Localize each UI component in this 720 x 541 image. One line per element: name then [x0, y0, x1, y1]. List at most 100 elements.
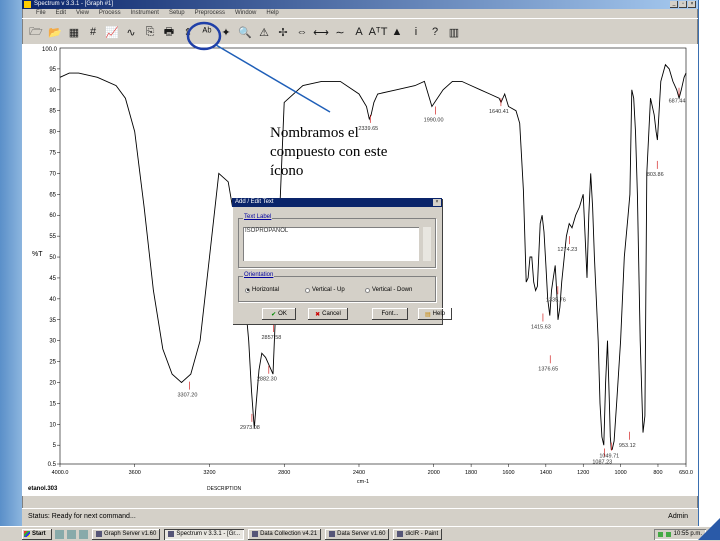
zoom-icon[interactable]: 🔍 [237, 24, 253, 40]
menu-item-help[interactable]: Help [266, 9, 278, 18]
spectrum-icon[interactable]: ∿ [123, 24, 139, 40]
taskbar-button-label: Data Server v1.60 [337, 531, 386, 537]
status-bar: Status: Ready for next command... Admin [22, 508, 698, 527]
maximize-button[interactable]: ▫ [679, 1, 687, 8]
check-icon: ✔ [271, 311, 277, 318]
y-tick-label: 65 [49, 192, 56, 198]
peak-label: 803.86 [647, 172, 664, 178]
folder-icon[interactable]: 📂 [47, 24, 63, 40]
chart-icon[interactable]: 📈 [104, 24, 120, 40]
library-icon[interactable]: ▥ [446, 24, 462, 40]
peak-label: 2857.58 [261, 335, 281, 341]
task-app-icon [329, 531, 336, 537]
radio-vertical-up[interactable]: Vertical - Up [305, 287, 345, 293]
baseline-icon[interactable]: ∼ [332, 24, 348, 40]
print-icon[interactable]: 🖶 [161, 24, 177, 40]
menu-item-process[interactable]: Process [99, 9, 121, 18]
taskbar-button-label: Data Collection v4.21 [260, 531, 318, 537]
arrows-icon[interactable]: ✢ [275, 24, 291, 40]
dialog-title: Add / Edit Text [235, 199, 274, 205]
taskbar-button-label: Spectrum v 3.3.1 - [Gr... [176, 531, 241, 537]
annotation-text: Nombramos el compuesto con este ícono [270, 125, 388, 179]
taskbar-button[interactable]: dicIR - Paint [393, 529, 442, 540]
close-button[interactable]: × [688, 1, 696, 8]
help-button-label: Help [432, 311, 445, 317]
minimize-button[interactable]: _ [670, 1, 678, 8]
quicklaunch-desktop-icon[interactable] [67, 529, 76, 539]
font-button[interactable]: Font... [372, 308, 408, 320]
taskbar-button[interactable]: Data Collection v4.21 [248, 529, 321, 540]
help-icon[interactable]: ? [427, 24, 443, 40]
radio-vertical-down[interactable]: Vertical - Down [365, 287, 412, 293]
y-tick-label: 10 [49, 422, 56, 428]
cancel-button-label: Cancel [322, 311, 341, 317]
taskbar-button[interactable]: Spectrum v 3.3.1 - [Gr... [164, 528, 245, 540]
windows-logo-icon [24, 531, 30, 537]
status-text: Status: Ready for next command... [28, 513, 136, 520]
y-tick-label: 35 [49, 318, 56, 324]
peak-label: 687.44 [669, 99, 686, 105]
title-bar: Spectrum v 3.3.1 - [Graph #1] _ ▫ × [22, 0, 698, 9]
menu-item-setup[interactable]: Setup [169, 9, 185, 18]
text-label-scrollbar[interactable] [423, 227, 431, 261]
measure-icon[interactable]: ⟷ [313, 24, 329, 40]
peak-icon[interactable]: ✦ [218, 24, 234, 40]
help-button[interactable]: ▤ Help [418, 308, 452, 320]
task-app-icon [96, 531, 102, 537]
x-axis-label: cm-1 [357, 479, 369, 485]
radio-dot [245, 287, 250, 293]
y-tick-label: 15 [49, 401, 56, 407]
x-tick-label: 1600 [502, 470, 514, 476]
start-label: Start [32, 531, 46, 537]
open-icon[interactable]: 🗁 [28, 24, 44, 40]
taskbar-button[interactable]: Graph Server v1.60 [92, 529, 160, 540]
font-a-icon[interactable]: A [351, 24, 367, 40]
arrow-up-icon[interactable]: ▲ [389, 24, 405, 40]
toolbar: 🗁 📂 ▦ # 📈 ∿ ⎘ 🖶 ⇕ ᴬᵇ ✦ 🔍 ⚠ ✢ ⇔ ⟷ ∼ A AᵀT ▲ i? ▥ [22, 18, 698, 46]
x-tick-label: 1400 [540, 470, 552, 476]
text-label-input[interactable]: ISOPROPANOL [243, 227, 419, 261]
info-icon[interactable]: i [408, 24, 424, 40]
menu-bar: File Edit View Process Instrument Setup Prepro… [22, 9, 698, 18]
grid-icon[interactable]: ▦ [66, 24, 82, 40]
radio-vertical-up-label: Vertical - Up [312, 287, 345, 293]
text-label-group: Text Label ISOPROPANOL [238, 214, 436, 268]
tray-volume-icon [665, 531, 671, 537]
dialog-title-bar: Add / Edit Text × [232, 198, 442, 207]
start-button[interactable]: Start [22, 529, 52, 540]
copy-icon[interactable]: ⎘ [142, 24, 158, 40]
peak-label: 1415.63 [531, 324, 551, 330]
taskbar: Start Graph Server v1.60 Spectrum v 3.3.1… [0, 526, 720, 541]
menu-item-view[interactable]: View [76, 9, 89, 18]
menu-item-file[interactable]: File [36, 9, 46, 18]
orientation-group: Orientation Horizontal Vertical - Up Ver… [238, 272, 436, 302]
y-tick-label: 85 [49, 109, 56, 115]
quicklaunch-browser-icon[interactable] [55, 529, 64, 539]
text-label-icon[interactable]: ᴬᵇ [199, 24, 215, 40]
task-list: Graph Server v1.60 Spectrum v 3.3.1 - [Gr… [88, 528, 442, 540]
peak-label: 3307.20 [178, 393, 198, 399]
task-app-icon [252, 531, 259, 537]
radio-horizontal[interactable]: Horizontal [245, 287, 279, 293]
help-book-icon: ▤ [424, 311, 431, 318]
menu-item-instrument[interactable]: Instrument [131, 9, 159, 18]
cancel-button[interactable]: ✖ Cancel [308, 308, 348, 320]
scale-icon[interactable]: ⇕ [180, 24, 196, 40]
ok-button[interactable]: ✔ OK [262, 308, 296, 320]
quicklaunch-media-icon[interactable] [79, 529, 88, 539]
taskbar-button[interactable]: Data Server v1.60 [325, 529, 389, 540]
menu-item-preprocess[interactable]: Preprocess [195, 9, 225, 18]
menu-item-edit[interactable]: Edit [56, 9, 66, 18]
app-icon [24, 1, 31, 8]
dialog-close-button[interactable]: × [433, 199, 441, 206]
peak-label: 953.12 [619, 443, 636, 449]
triangle-icon[interactable]: ⚠ [256, 24, 272, 40]
clock: 10:55 p.m. [673, 531, 702, 537]
cross-icon: ✖ [315, 311, 321, 318]
hash-icon[interactable]: # [85, 24, 101, 40]
menu-item-window[interactable]: Window [235, 9, 256, 18]
window-title: Spectrum v 3.3.1 - [Graph #1] [34, 1, 114, 7]
pan-icon[interactable]: ⇔ [294, 24, 310, 40]
y-tick-label: 20 [49, 380, 56, 386]
abc-icon[interactable]: AᵀT [369, 24, 388, 40]
